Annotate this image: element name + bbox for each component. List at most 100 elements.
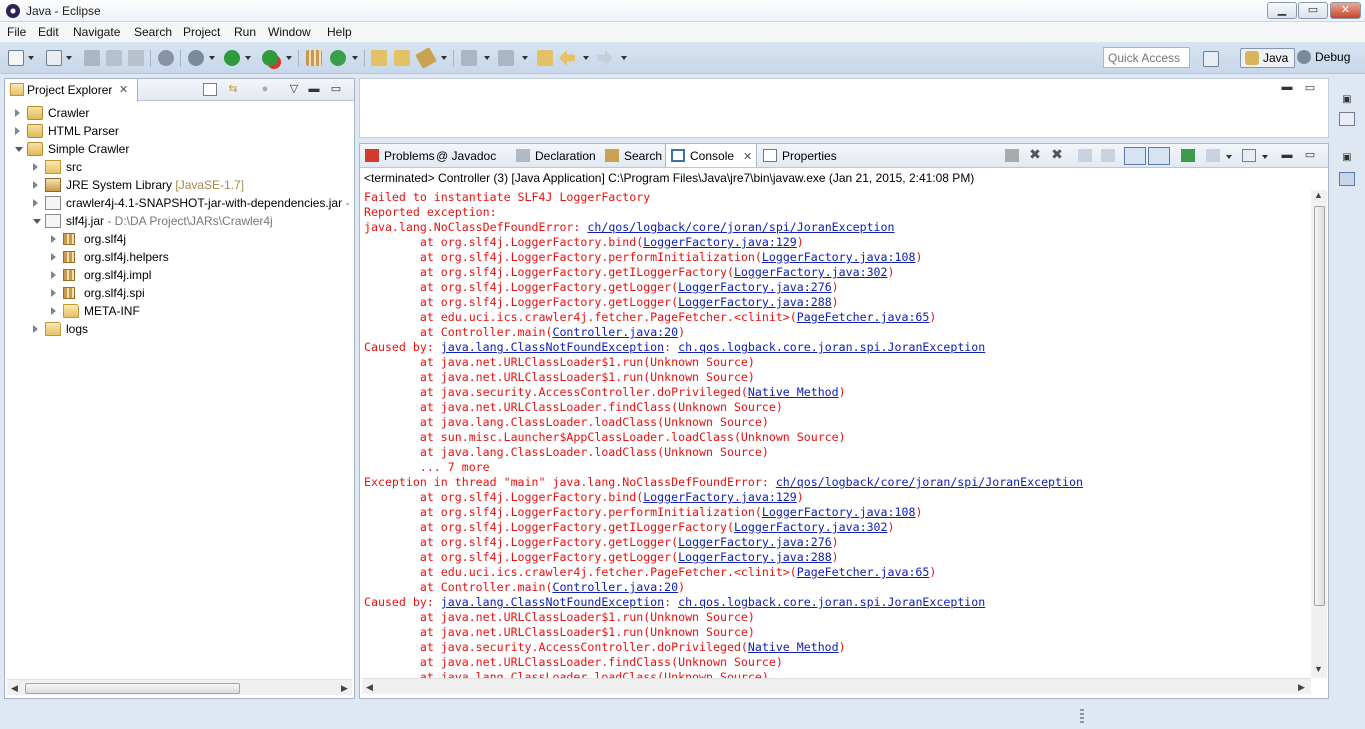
scroll-up-icon[interactable]: ▲	[1314, 190, 1323, 200]
debug-icon[interactable]	[188, 50, 204, 66]
new-class-icon[interactable]	[330, 50, 346, 66]
pin-console-icon[interactable]	[1181, 149, 1195, 162]
menu-navigate[interactable]: Navigate	[73, 25, 120, 39]
new-class-dropdown-icon[interactable]	[352, 56, 358, 60]
collapsed-arrow-icon[interactable]	[15, 109, 20, 117]
wizard-dropdown-icon[interactable]	[66, 56, 72, 60]
scroll-right-icon[interactable]: ▶	[1298, 682, 1305, 693]
editor-minimize-icon[interactable]: ▬	[1280, 81, 1294, 94]
forward-dropdown-icon[interactable]	[621, 56, 627, 60]
last-edit-location-icon[interactable]	[537, 50, 553, 66]
prev-annotation-dropdown-icon[interactable]	[522, 56, 528, 60]
stack-trace-link[interactable]: LoggerFactory.java:276	[678, 535, 832, 549]
scroll-thumb[interactable]	[25, 683, 240, 694]
back-dropdown-icon[interactable]	[583, 56, 589, 60]
clear-console-icon[interactable]	[1078, 149, 1092, 162]
stack-trace-link[interactable]: java.lang.ClassNotFoundException	[441, 340, 664, 354]
scroll-lock-icon[interactable]	[1101, 149, 1115, 162]
debug-dropdown-icon[interactable]	[209, 56, 215, 60]
perspective-java[interactable]: Java	[1240, 48, 1296, 68]
scroll-down-icon[interactable]: ▼	[1314, 664, 1323, 674]
stack-trace-link[interactable]: LoggerFactory.java:108	[762, 250, 916, 264]
scroll-left-icon[interactable]: ◀	[11, 683, 18, 694]
print-icon[interactable]	[128, 50, 144, 66]
new-wizard-icon[interactable]	[46, 50, 62, 66]
menu-help[interactable]: Help	[327, 25, 352, 39]
collapsed-arrow-icon[interactable]	[51, 235, 56, 243]
console-horizontal-scrollbar[interactable]: ◀ ▶	[362, 678, 1311, 694]
run-dropdown-icon[interactable]	[245, 56, 251, 60]
console-output[interactable]: Failed to instantiate SLF4J LoggerFactor…	[364, 190, 1312, 678]
remove-all-terminated-icon[interactable]: ✖	[1050, 147, 1064, 161]
external-tools-dropdown-icon[interactable]	[286, 56, 292, 60]
search-dropdown-icon[interactable]	[441, 56, 447, 60]
console-vertical-scrollbar[interactable]: ▲ ▼	[1311, 190, 1327, 678]
collapse-all-icon[interactable]	[203, 83, 217, 96]
skip-breakpoints-icon[interactable]	[158, 50, 174, 66]
maximize-button[interactable]: ▭	[1298, 2, 1328, 19]
tab-console[interactable]: Console ✕	[665, 144, 757, 167]
quick-access-input[interactable]	[1103, 47, 1190, 68]
tab-project-explorer[interactable]: Project Explorer ✕	[5, 79, 138, 102]
back-icon[interactable]	[559, 50, 575, 66]
minimize-button[interactable]: ▁	[1267, 2, 1297, 19]
stack-trace-link[interactable]: PageFetcher.java:65	[797, 310, 930, 324]
prev-annotation-icon[interactable]	[498, 50, 514, 66]
stack-trace-link[interactable]: Controller.java:20	[552, 580, 678, 594]
next-annotation-dropdown-icon[interactable]	[484, 56, 490, 60]
collapsed-arrow-icon[interactable]	[15, 127, 20, 135]
open-task-icon[interactable]	[394, 50, 410, 66]
expanded-arrow-icon[interactable]	[33, 219, 41, 224]
collapsed-arrow-icon[interactable]	[33, 181, 38, 189]
stack-trace-link[interactable]: LoggerFactory.java:108	[762, 505, 916, 519]
stack-trace-link[interactable]: Native Method	[748, 640, 839, 654]
menu-file[interactable]: File	[7, 25, 26, 39]
restore-icon[interactable]: ▣	[1339, 152, 1355, 166]
terminate-icon[interactable]	[1005, 149, 1019, 162]
tab-javadoc[interactable]: @ Javadoc	[422, 144, 496, 167]
link-with-editor-icon[interactable]: ⇆	[226, 83, 240, 96]
minimize-view-icon[interactable]: ▬	[307, 83, 321, 96]
new-package-icon[interactable]	[306, 50, 322, 66]
stack-trace-link[interactable]: Native Method	[748, 385, 839, 399]
search-toolbar-icon[interactable]	[415, 47, 437, 69]
scroll-left-icon[interactable]: ◀	[366, 682, 373, 693]
collapsed-arrow-icon[interactable]	[51, 253, 56, 261]
console-maximize-icon[interactable]: ▭	[1303, 149, 1317, 162]
stack-trace-link[interactable]: LoggerFactory.java:302	[734, 265, 888, 279]
menu-run[interactable]: Run	[234, 25, 256, 39]
stack-trace-link[interactable]: java.lang.ClassNotFoundException	[441, 595, 664, 609]
menu-search[interactable]: Search	[134, 25, 172, 39]
stack-trace-link[interactable]: LoggerFactory.java:129	[643, 235, 797, 249]
new-icon[interactable]	[8, 50, 24, 66]
stack-trace-link[interactable]: ch/qos/logback/core/joran/spi/JoranExcep…	[776, 475, 1083, 489]
close-icon[interactable]: ✕	[119, 83, 128, 96]
maximize-view-icon[interactable]: ▭	[329, 83, 343, 96]
stack-trace-link[interactable]: LoggerFactory.java:129	[643, 490, 797, 504]
remove-launch-icon[interactable]: ✖	[1028, 147, 1042, 161]
run-icon[interactable]	[224, 50, 240, 66]
display-console-icon[interactable]	[1206, 149, 1220, 162]
explorer-horizontal-scrollbar[interactable]: ◀ ▶	[7, 679, 352, 695]
editor-maximize-icon[interactable]: ▭	[1303, 82, 1317, 95]
stack-trace-link[interactable]: ch.qos.logback.core.joran.spi.JoranExcep…	[678, 340, 985, 354]
save-icon[interactable]	[84, 50, 100, 66]
open-perspective-icon[interactable]	[1203, 51, 1219, 67]
tab-properties[interactable]: Properties	[758, 144, 837, 167]
external-tools-icon[interactable]	[262, 50, 278, 66]
filter-icon[interactable]: ●	[258, 83, 272, 96]
tab-declaration[interactable]: Declaration	[511, 144, 596, 167]
close-icon[interactable]: ✕	[743, 150, 752, 163]
stack-trace-link[interactable]: ch/qos/logback/core/joran/spi/JoranExcep…	[587, 220, 894, 234]
display-console-dropdown-icon[interactable]	[1226, 155, 1232, 159]
perspective-debug[interactable]: Debug	[1293, 48, 1356, 68]
console-scroll-thumb[interactable]	[1314, 206, 1325, 606]
close-window-button[interactable]: ✕	[1330, 2, 1361, 19]
show-on-stderr-icon[interactable]	[1148, 147, 1170, 165]
expanded-arrow-icon[interactable]	[15, 147, 23, 152]
open-console-dropdown-icon[interactable]	[1262, 155, 1268, 159]
status-grip-icon[interactable]	[1080, 709, 1084, 725]
collapsed-arrow-icon[interactable]	[33, 163, 38, 171]
open-console-icon[interactable]	[1242, 149, 1256, 162]
restore-icon[interactable]: ▣	[1339, 94, 1355, 108]
